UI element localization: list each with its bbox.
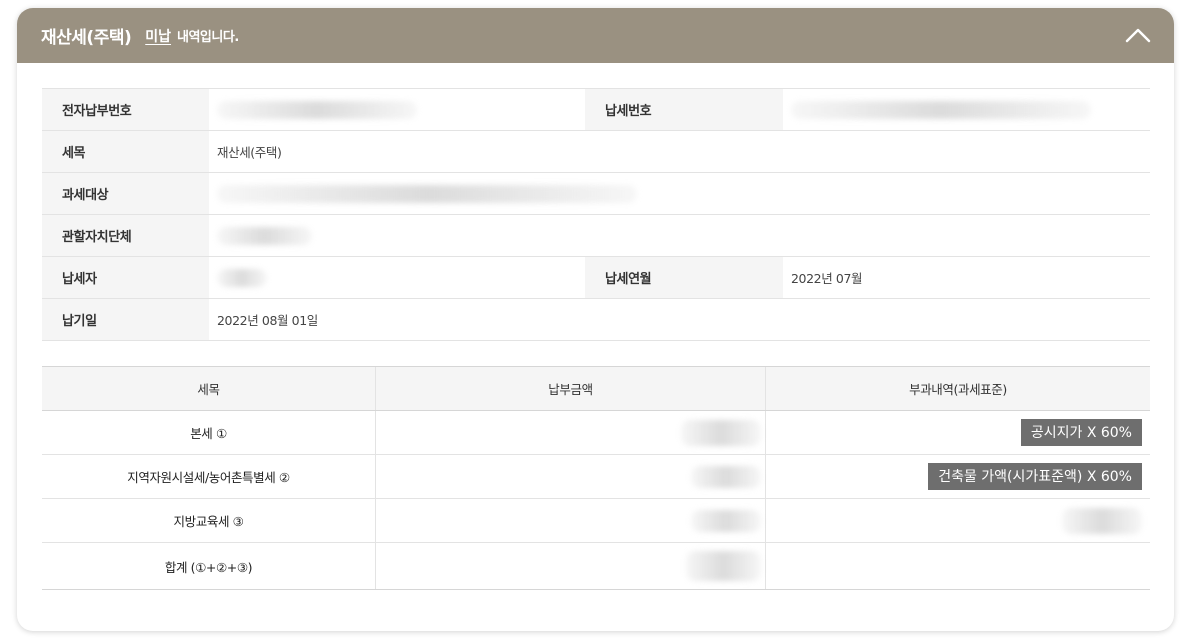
redacted-value <box>686 551 761 581</box>
taxpayer-value <box>209 256 585 299</box>
info-row: 세목 재산세(주택) <box>42 130 1150 173</box>
info-row: 관할자치단체 <box>42 214 1150 257</box>
redacted-value <box>691 465 761 488</box>
local-gov-value <box>209 214 1150 257</box>
row-basis <box>765 542 1150 590</box>
electronic-payment-no-value <box>209 88 585 131</box>
electronic-payment-no-label: 전자납부번호 <box>42 88 209 131</box>
col-header-basis: 부과내역(과세표준) <box>765 366 1150 411</box>
redacted-value <box>691 509 761 532</box>
redacted-value <box>217 226 312 245</box>
table-header-row: 세목 납부금액 부과내역(과세표준) <box>42 366 1150 411</box>
redacted-value <box>217 268 267 287</box>
col-header-tax-item: 세목 <box>42 366 376 411</box>
collapse-button[interactable] <box>1122 20 1154 50</box>
tax-month-value: 2022년 07월 <box>783 256 1150 299</box>
redacted-value <box>791 100 1091 119</box>
redacted-value <box>1062 507 1142 534</box>
info-row: 납기일 2022년 08월 01일 <box>42 298 1150 341</box>
tax-item-label: 세목 <box>42 130 209 173</box>
row-basis: 건축물 가액(시가표준액) X 60% <box>765 454 1150 499</box>
table-row: 지역자원시설세/농어촌특별세 ② 건축물 가액(시가표준액) X 60% <box>42 454 1150 499</box>
row-tax-item: 지방교육세 ③ <box>42 498 376 543</box>
basis-tag: 건축물 가액(시가표준액) X 60% <box>928 463 1142 490</box>
redacted-value <box>217 184 637 203</box>
redacted-value <box>217 100 417 119</box>
taxpayer-label: 납세자 <box>42 256 209 299</box>
tax-info-table: 전자납부번호 납세번호 세목 재산세(주택) 과세대상 관할자치단체 납세자 납… <box>42 88 1150 341</box>
info-row: 과세대상 <box>42 172 1150 215</box>
col-header-amount: 납부금액 <box>375 366 766 411</box>
row-amount <box>375 498 766 543</box>
row-basis: 공시지가 X 60% <box>765 410 1150 455</box>
due-date-label: 납기일 <box>42 298 209 341</box>
info-row: 납세자 납세연월 2022년 07월 <box>42 256 1150 299</box>
basis-tag: 공시지가 X 60% <box>1020 419 1142 446</box>
row-tax-item: 본세 ① <box>42 410 376 455</box>
tax-object-label: 과세대상 <box>42 172 209 215</box>
row-total-label: 합계 (①+②+③) <box>42 542 376 590</box>
payment-status-badge: 미납 <box>145 28 172 45</box>
row-total-amount <box>375 542 766 590</box>
table-row: 지방교육세 ③ <box>42 498 1150 543</box>
table-row: 합계 (①+②+③) <box>42 542 1150 590</box>
chevron-up-icon <box>1125 28 1151 43</box>
info-row: 전자납부번호 납세번호 <box>42 88 1150 131</box>
row-amount <box>375 410 766 455</box>
card-header[interactable]: 재산세(주택) 미납 내역입니다. <box>17 8 1174 63</box>
redacted-value <box>681 419 761 446</box>
tax-month-label: 납세연월 <box>585 256 783 299</box>
row-amount <box>375 454 766 499</box>
tax-detail-card: 재산세(주택) 미납 내역입니다. 전자납부번호 납세번호 세목 재산세(주택)… <box>17 8 1174 631</box>
tax-item-value: 재산세(주택) <box>209 130 1150 173</box>
tax-no-label: 납세번호 <box>585 88 783 131</box>
table-row: 본세 ① 공시지가 X 60% <box>42 410 1150 455</box>
card-title: 재산세(주택) <box>41 28 132 48</box>
row-tax-item: 지역자원시설세/농어촌특별세 ② <box>42 454 376 499</box>
card-title-suffix: 내역입니다. <box>177 30 239 45</box>
due-date-value: 2022년 08월 01일 <box>209 298 1150 341</box>
tax-no-value <box>783 88 1150 131</box>
local-gov-label: 관할자치단체 <box>42 214 209 257</box>
tax-object-value <box>209 172 1150 215</box>
row-basis <box>765 498 1150 543</box>
tax-amount-table: 세목 납부금액 부과내역(과세표준) 본세 ① 공시지가 X 60% 지역자원시… <box>42 366 1150 590</box>
